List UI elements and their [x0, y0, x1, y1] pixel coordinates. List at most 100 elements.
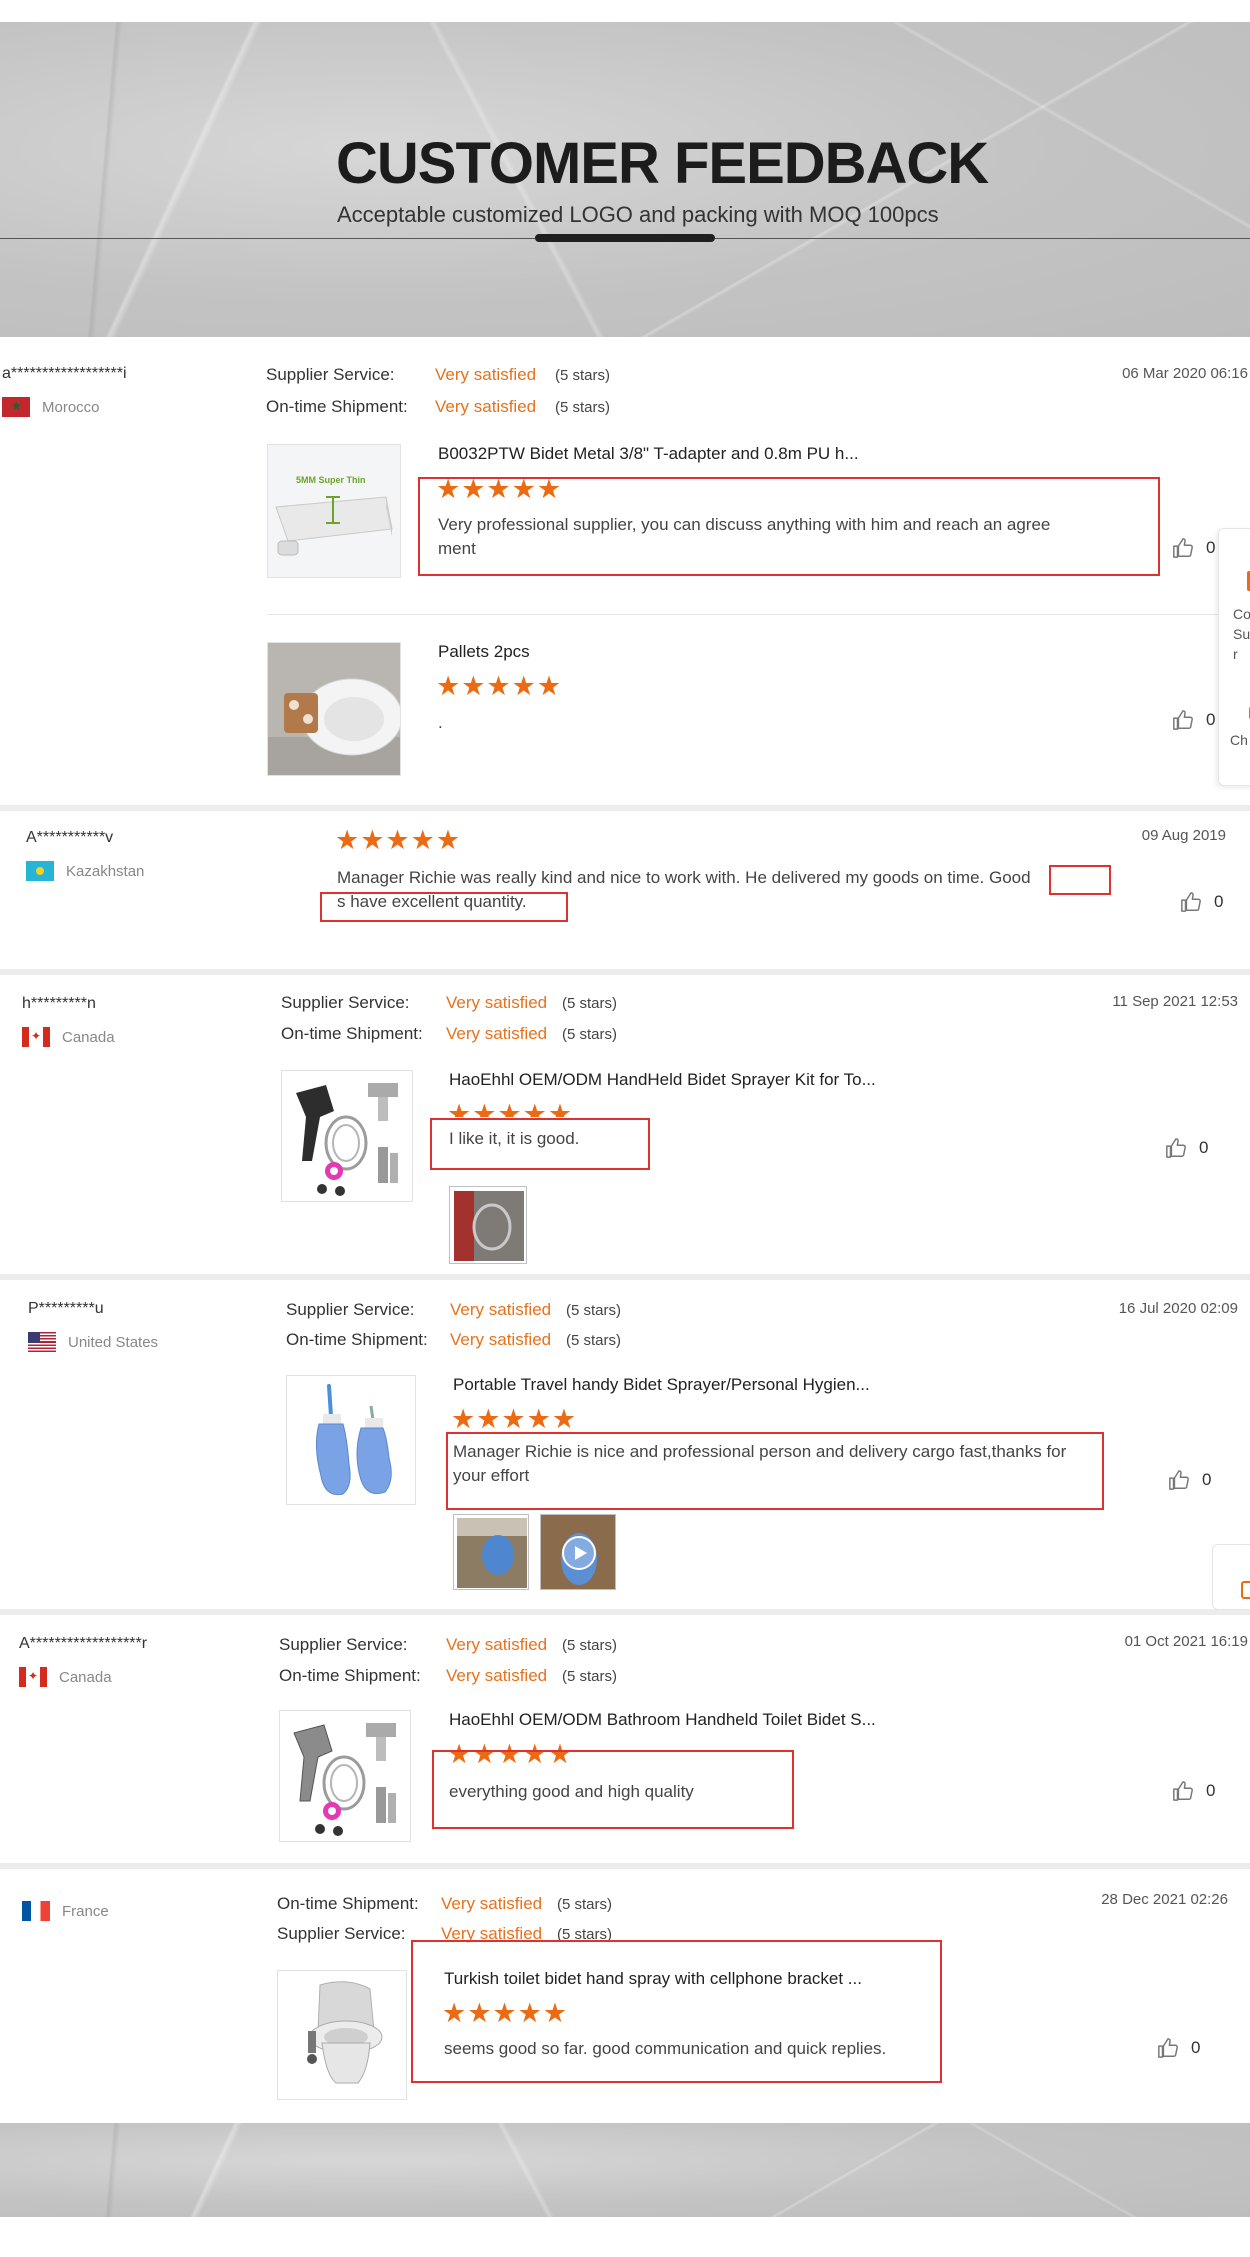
footer-banner: [0, 2123, 1250, 2217]
thumbs-up-icon: [1173, 538, 1193, 558]
review-date: 01 Oct 2021 16:19: [1124, 1633, 1248, 1650]
buyer-name: A***********v: [26, 829, 114, 846]
review-comment: .: [438, 713, 443, 732]
morocco-flag-icon: [2, 397, 30, 417]
review-photo[interactable]: [453, 1514, 529, 1590]
buyer-country: Canada: [19, 1667, 112, 1687]
like-button[interactable]: 0: [1157, 2037, 1200, 2059]
rating-stars-count: (5 stars): [562, 1637, 618, 1654]
highlight-box: [432, 1750, 794, 1829]
review-card: A******************r Canada Supplier Ser…: [0, 1615, 1250, 1869]
review-date: 09 Aug 2019: [1141, 827, 1226, 844]
thumbs-up-icon: [1169, 1470, 1189, 1490]
rating-stars-count: (5 stars): [555, 367, 611, 384]
rating-stars-count: (5 stars): [562, 995, 618, 1012]
review-date: 28 Dec 2021 02:26: [1101, 1891, 1228, 1908]
kazakhstan-flag-icon: [26, 861, 54, 881]
like-button[interactable]: 0: [1172, 1780, 1215, 1802]
product-title-link[interactable]: HaoEhhl OEM/ODM Bathroom Handheld Toilet…: [449, 1710, 876, 1730]
like-button[interactable]: 0: [1172, 537, 1215, 559]
svg-text:5MM Super Thin: 5MM Super Thin: [296, 475, 366, 485]
rating-label: On-time Shipment:: [279, 1666, 421, 1685]
inquiry-side-tab[interactable]: [1212, 1544, 1250, 1610]
rating-value: Very satisfied: [446, 1666, 548, 1685]
review-card: A***********v Kazakhstan ★★★★★ 09 Aug 20…: [0, 811, 1250, 975]
like-count: 0: [1199, 1138, 1209, 1157]
rating-stars-count: (5 stars): [562, 1026, 618, 1043]
toilet-bidet-image: [278, 1971, 406, 2099]
like-count: 0: [1206, 1781, 1216, 1800]
widget-text: Co Su r: [1233, 606, 1250, 662]
thumbs-up-icon: [1181, 892, 1201, 912]
review-card: a******************i Morocco Supplier Se…: [0, 337, 1250, 811]
buyer-country: Kazakhstan: [26, 861, 144, 881]
product-title-link[interactable]: B0032PTW Bidet Metal 3/8" T-adapter and …: [438, 444, 859, 464]
product-title-link[interactable]: Pallets 2pcs: [438, 642, 530, 662]
buyer-country: United States: [28, 1332, 158, 1352]
product-thumbnail[interactable]: [281, 1070, 413, 1202]
highlight-box: [411, 1940, 942, 2083]
rating-value: Very satisfied: [435, 365, 537, 384]
rating-value: Very satisfied: [450, 1330, 552, 1349]
united-states-flag-icon: [28, 1332, 56, 1352]
france-flag-icon: [22, 1901, 50, 1921]
product-thumbnail[interactable]: 5MM Super Thin: [267, 444, 401, 578]
canada-flag-icon: [19, 1667, 47, 1687]
bidet-sprayer-kit-image: [282, 1071, 412, 1201]
product-thumbnail[interactable]: [267, 642, 401, 776]
thumbs-up-icon: [1158, 2038, 1178, 2058]
five-star-rating: ★★★★★: [447, 1101, 574, 1117]
rating-stars-count: (5 stars): [566, 1332, 622, 1349]
top-strip: [0, 0, 1250, 22]
highlight-box: [446, 1432, 1104, 1510]
page-title: CUSTOMER FEEDBACK: [336, 131, 989, 196]
product-title-link[interactable]: HaoEhhl OEM/ODM HandHeld Bidet Sprayer K…: [449, 1070, 876, 1090]
product-thumbnail[interactable]: [286, 1375, 416, 1505]
rating-value: Very satisfied: [446, 1024, 548, 1043]
product-thumbnail[interactable]: [277, 1970, 407, 2100]
widget-chat-label: Ch: [1230, 732, 1248, 748]
contact-supplier-widget[interactable]: Co Su r Ch: [1218, 528, 1250, 786]
country-name: Canada: [62, 1028, 115, 1046]
buyer-name: h*********n: [22, 995, 96, 1012]
bidet-sprayer-kit-image: [280, 1711, 410, 1841]
like-count: 0: [1202, 1470, 1212, 1489]
review-photo-image: [450, 1187, 526, 1263]
like-button[interactable]: 0: [1180, 891, 1223, 913]
header-accent-bar: [535, 234, 715, 242]
toilet-seat-image: [268, 643, 400, 775]
like-button[interactable]: 0: [1172, 709, 1215, 731]
bidet-adapter-image: 5MM Super Thin: [268, 445, 400, 577]
like-button[interactable]: 0: [1168, 1469, 1211, 1491]
play-icon[interactable]: [561, 1535, 597, 1571]
country-name: United States: [68, 1333, 159, 1351]
like-count: 0: [1214, 892, 1224, 911]
five-star-rating: ★★★★★: [335, 825, 462, 855]
rating-value: Very satisfied: [450, 1300, 552, 1319]
product-thumbnail[interactable]: [279, 1710, 411, 1842]
rating-stars-count: (5 stars): [557, 1896, 613, 1913]
like-button[interactable]: 0: [1165, 1137, 1208, 1159]
thumbs-up-icon: [1173, 710, 1193, 730]
review-card: P*********u United States Supplier Servi…: [0, 1280, 1250, 1615]
thumbs-up-icon: [1173, 1781, 1193, 1801]
comment-line: Manager Richie was really kind and nice …: [337, 868, 1031, 887]
country-name: France: [62, 1902, 109, 1920]
thumbs-up-icon: [1166, 1138, 1186, 1158]
review-date: 06 Mar 2020 06:16: [1122, 365, 1248, 382]
inquiry-icon: [1241, 1581, 1250, 1599]
buyer-country: Canada: [22, 1027, 115, 1047]
review-video[interactable]: [540, 1514, 616, 1590]
like-count: 0: [1206, 538, 1216, 557]
review-card: h*********n Canada Supplier Service: Ver…: [0, 975, 1250, 1280]
rating-stars-count: (5 stars): [555, 399, 611, 416]
rating-label: On-time Shipment:: [277, 1894, 419, 1913]
product-title-link[interactable]: Portable Travel handy Bidet Sprayer/Pers…: [453, 1375, 870, 1395]
review-photo-image: [454, 1515, 528, 1589]
buyer-country: Morocco: [2, 397, 100, 417]
review-photo[interactable]: [449, 1186, 527, 1264]
highlight-box: [430, 1118, 650, 1170]
like-count: 0: [1206, 710, 1216, 729]
item-divider: [267, 614, 1250, 615]
rating-label: Supplier Service:: [281, 993, 410, 1012]
